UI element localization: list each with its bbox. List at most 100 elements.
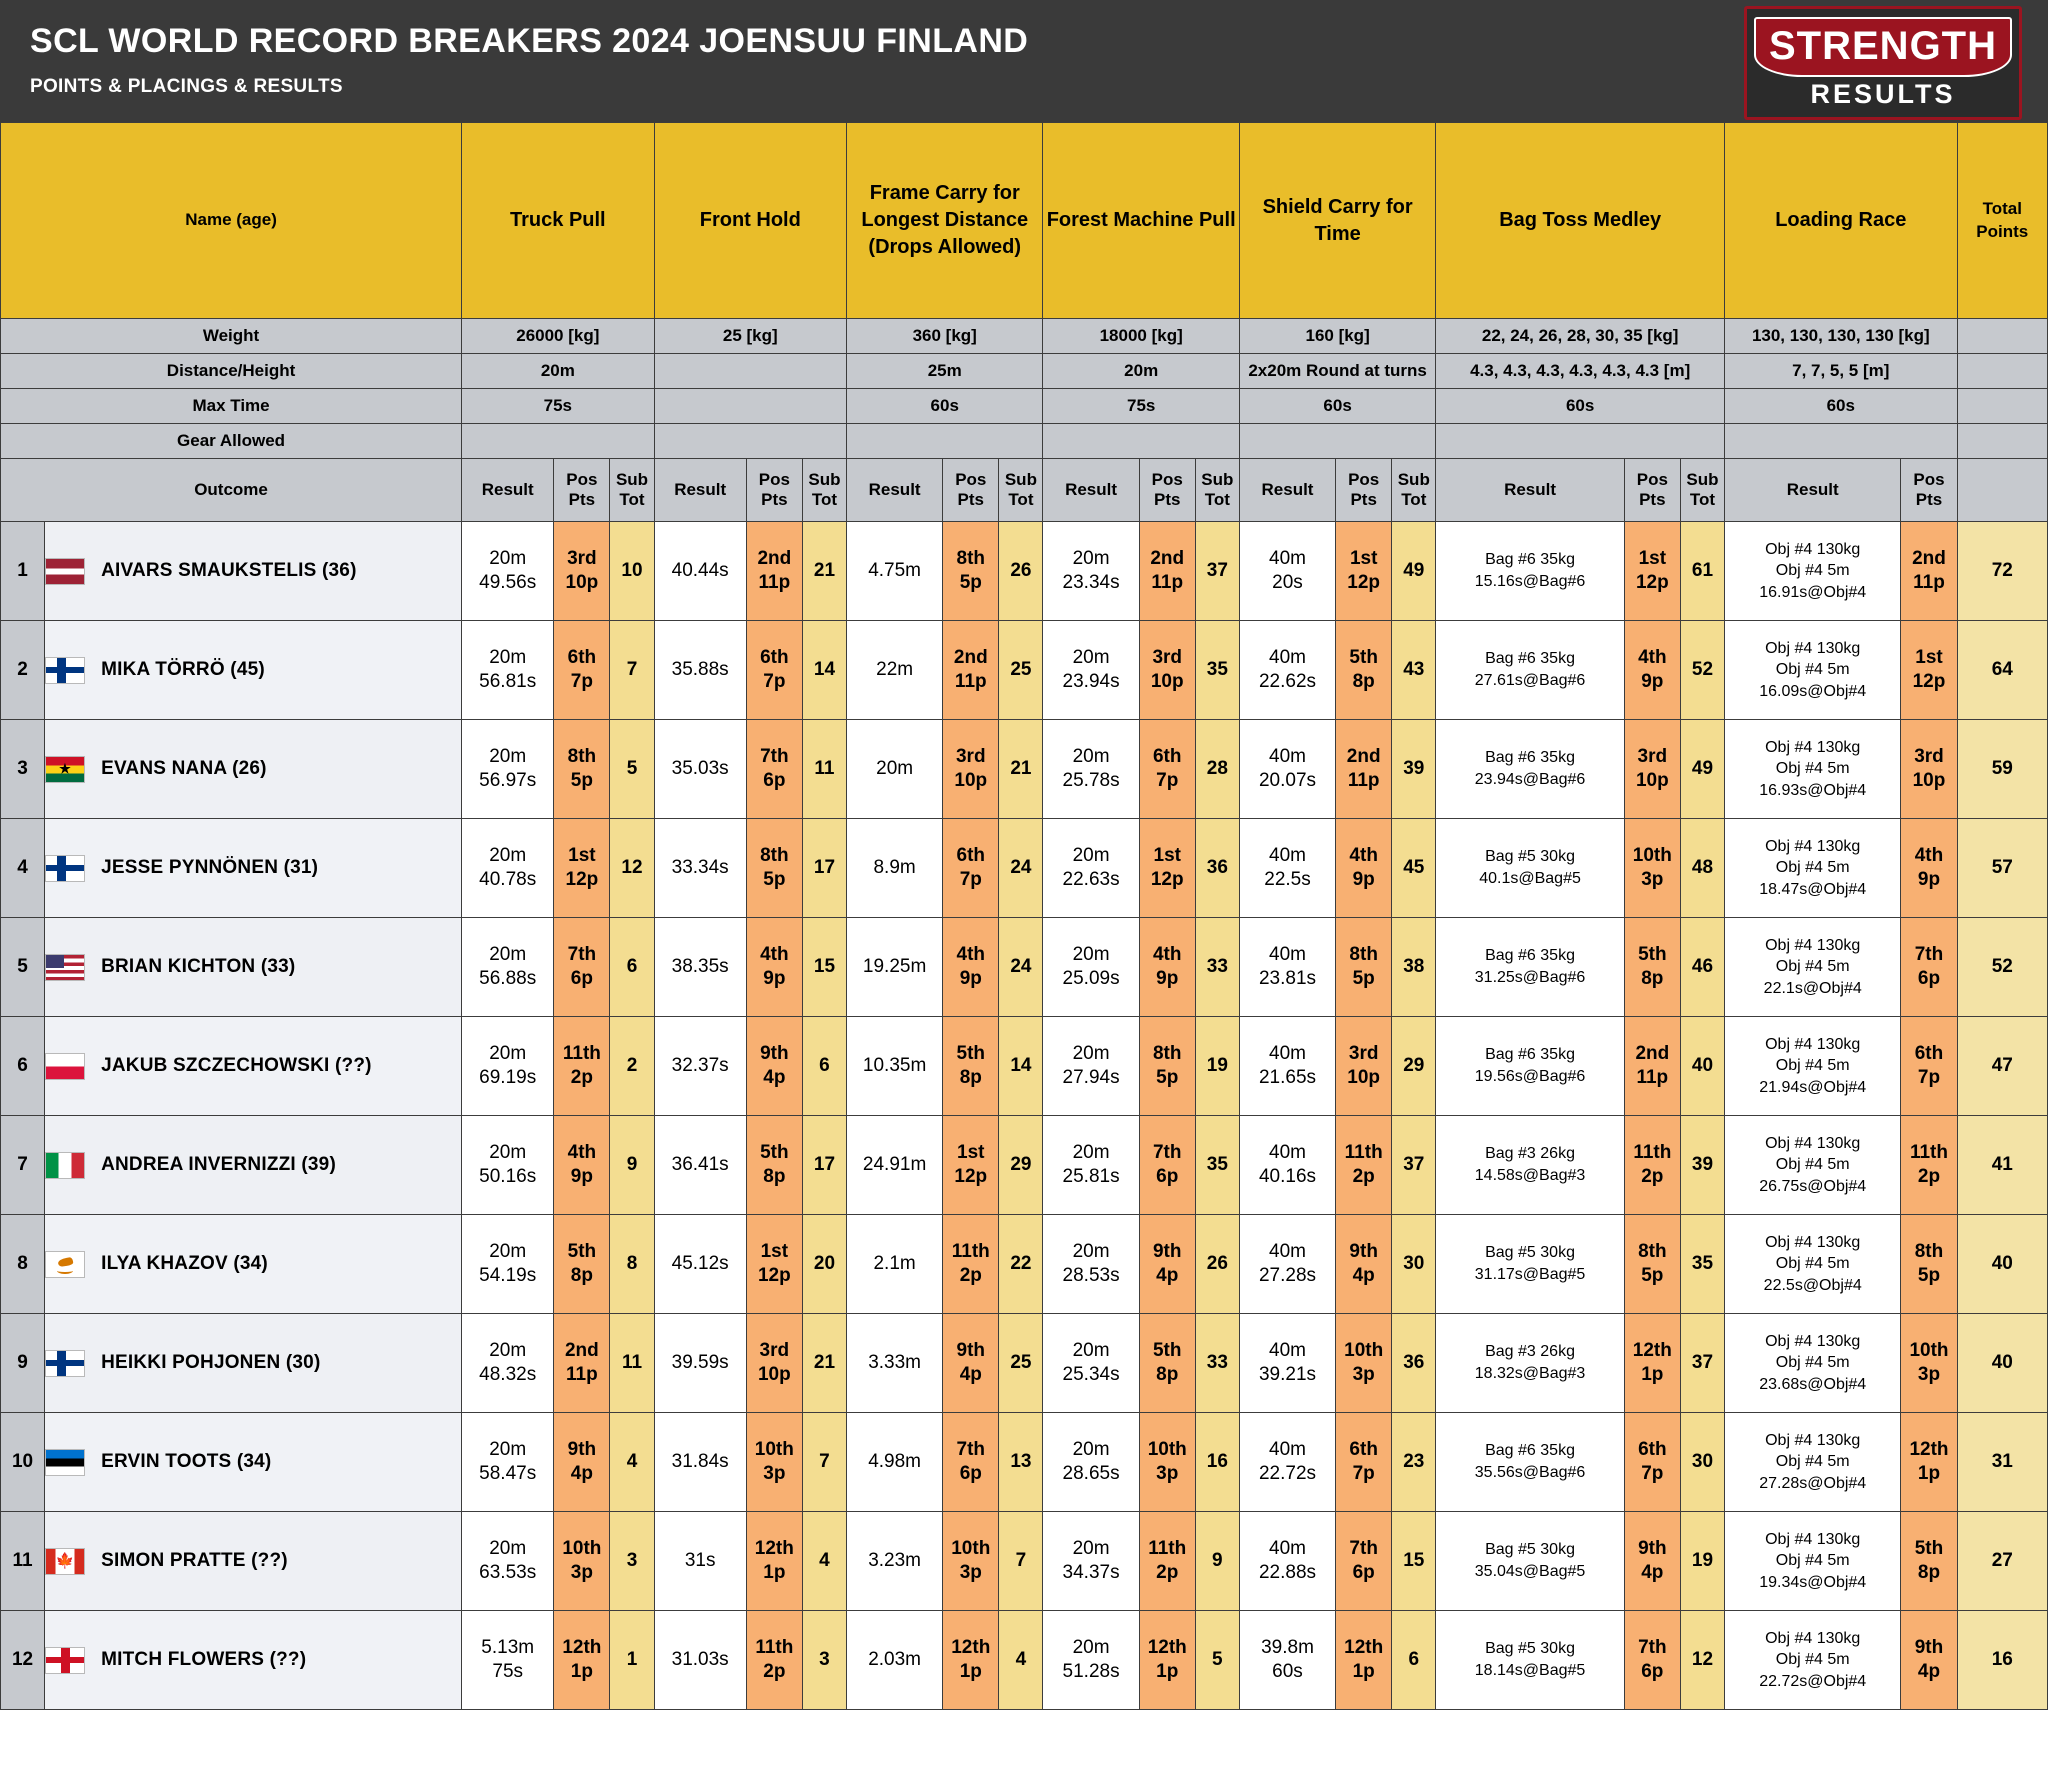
subhdr-sub-tot-1: Sub Tot bbox=[801, 458, 848, 522]
pos-pts-cell-event-3: 9th 4p bbox=[1138, 1214, 1196, 1314]
table-row[interactable]: 6 JAKUB SZCZECHOWSKI (??) 20m 69.19s 11th 2p 2… bbox=[0, 1016, 2048, 1116]
pos-pts-cell-event-4: 1st 12p bbox=[1335, 521, 1393, 621]
rank-cell: 2 bbox=[0, 620, 46, 720]
result-cell-event-3: 20m 34.37s bbox=[1042, 1511, 1140, 1611]
sub-tot-cell-event-0: 8 bbox=[609, 1214, 655, 1314]
athlete-name-cell[interactable]: MITCH FLOWERS (??) bbox=[44, 1610, 463, 1710]
sub-tot-cell-event-0: 10 bbox=[609, 521, 655, 621]
athlete-name-cell[interactable]: ILYA KHAZOV (34) bbox=[44, 1214, 463, 1314]
total-points-cell: 40 bbox=[1956, 1313, 2048, 1413]
result-cell-event-3: 20m 23.34s bbox=[1042, 521, 1140, 621]
result-cell-event-3: 20m 25.81s bbox=[1042, 1115, 1140, 1215]
flag-icon-fi bbox=[45, 1349, 86, 1377]
sub-tot-cell-event-0: 3 bbox=[609, 1511, 655, 1611]
col-header-event-5: Bag Toss Medley bbox=[1435, 122, 1725, 319]
sub-tot-cell-event-1: 21 bbox=[801, 521, 848, 621]
athlete-name-cell[interactable]: ANDREA INVERNIZZI (39) bbox=[44, 1115, 463, 1215]
table-row[interactable]: 9 HEIKKI POHJONEN (30) 20m 48.32s 2nd 11p 11 39… bbox=[0, 1313, 2048, 1413]
athlete-name-cell[interactable]: HEIKKI POHJONEN (30) bbox=[44, 1313, 463, 1413]
table-row[interactable]: 10 ERVIN TOOTS (34) 20m 58.47s 9th 4p 4 31.84s 1… bbox=[0, 1412, 2048, 1512]
sub-tot-cell-event-3: 36 bbox=[1194, 818, 1240, 918]
pos-pts-cell-event-0: 7th 6p bbox=[553, 917, 611, 1017]
pos-pts-cell-event-6: 10th 3p bbox=[1900, 1313, 1958, 1413]
table-row[interactable]: 8 ILYA KHAZOV (34) 20m 54.19s 5th 8p 8 45.12s 1s… bbox=[0, 1214, 2048, 1314]
result-cell-event-2: 2.03m bbox=[845, 1610, 944, 1710]
total-points-cell: 41 bbox=[1956, 1115, 2048, 1215]
subhdr-pos-pts-0: Pos Pts bbox=[553, 458, 611, 522]
table-row[interactable]: 5 BRIAN KICHTON (33) 20m 56.88s 7th 6p 6 38.35s… bbox=[0, 917, 2048, 1017]
result-cell-event-0: 20m 69.19s bbox=[461, 1016, 555, 1116]
meta-weight-1: 25 [kg] bbox=[653, 318, 848, 354]
result-cell-event-6: Obj #4 130kg Obj #4 5m 19.34s@Obj#4 bbox=[1723, 1511, 1902, 1611]
pos-pts-cell-event-6: 4th 9p bbox=[1900, 818, 1958, 918]
athlete-name-cell[interactable]: MIKA TÖRRÖ (45) bbox=[44, 620, 463, 720]
sub-tot-cell-event-5: 12 bbox=[1679, 1610, 1726, 1710]
meta-row-weight: Weight 26000 [kg] 25 [kg] 360 [kg] 18000 [kg… bbox=[0, 318, 2048, 354]
table-row[interactable]: 12 MITCH FLOWERS (??) 5.13m 75s 12th 1p 1 31.03… bbox=[0, 1610, 2048, 1710]
result-cell-event-2: 8.9m bbox=[845, 818, 944, 918]
athlete-name-cell[interactable]: EVANS NANA (26) bbox=[44, 719, 463, 819]
athlete-name-cell[interactable]: JAKUB SZCZECHOWSKI (??) bbox=[44, 1016, 463, 1116]
meta-maxtime-1 bbox=[653, 388, 848, 424]
pos-pts-cell-event-0: 11th 2p bbox=[553, 1016, 611, 1116]
pos-pts-cell-event-2: 12th 1p bbox=[942, 1610, 1000, 1710]
pos-pts-cell-event-2: 7th 6p bbox=[942, 1412, 1000, 1512]
pos-pts-cell-event-4: 10th 3p bbox=[1335, 1313, 1393, 1413]
subhdr-sub-tot-4: Sub Tot bbox=[1391, 458, 1437, 522]
athlete-name: EVANS NANA (26) bbox=[101, 758, 267, 780]
meta-label-outcome: Outcome bbox=[0, 458, 463, 522]
result-cell-event-6: Obj #4 130kg Obj #4 5m 27.28s@Obj#4 bbox=[1723, 1412, 1902, 1512]
pos-pts-cell-event-2: 4th 9p bbox=[942, 917, 1000, 1017]
table-row[interactable]: 1 AIVARS SMAUKSTELIS (36) 20m 49.56s 3rd 10p 1… bbox=[0, 521, 2048, 621]
pos-pts-cell-event-6: 12th 1p bbox=[1900, 1412, 1958, 1512]
flag-icon-gh bbox=[45, 755, 86, 783]
subhdr-result-3: Result bbox=[1042, 458, 1140, 522]
logo-strength-text: STRENGTH bbox=[1754, 16, 2012, 77]
sub-tot-cell-event-3: 19 bbox=[1194, 1016, 1240, 1116]
result-cell-event-1: 45.12s bbox=[653, 1214, 747, 1314]
pos-pts-cell-event-0: 4th 9p bbox=[553, 1115, 611, 1215]
table-row[interactable]: 3 EVANS NANA (26) 20m56.97s8th5p535.03s7th… bbox=[0, 719, 2048, 819]
total-points-cell: 57 bbox=[1956, 818, 2048, 918]
pos-pts-cell-event-6: 1st 12p bbox=[1900, 620, 1958, 720]
sub-tot-cell-event-0: 7 bbox=[609, 620, 655, 720]
meta-distance-5: 4.3, 4.3, 4.3, 4.3, 4.3, 4.3 [m] bbox=[1435, 353, 1725, 389]
athlete-name: JESSE PYNNÖNEN (31) bbox=[101, 857, 319, 879]
sub-tot-cell-event-5: 37 bbox=[1679, 1313, 1726, 1413]
athlete-name: AIVARS SMAUKSTELIS (36) bbox=[101, 560, 357, 582]
table-row[interactable]: 2 MIKA TÖRRÖ (45) 20m 56.81s 6th 7p 7 35.88s 6th… bbox=[0, 620, 2048, 720]
athlete-name-cell[interactable]: BRIAN KICHTON (33) bbox=[44, 917, 463, 1017]
sub-tot-cell-event-1: 14 bbox=[801, 620, 848, 720]
col-header-event-6: Loading Race bbox=[1724, 122, 1958, 319]
pos-pts-cell-event-6: 3rd 10p bbox=[1900, 719, 1958, 819]
result-cell-event-3: 20m 25.78s bbox=[1042, 719, 1140, 819]
page-header: SCL WORLD RECORD BREAKERS 2024 JOENSUU F… bbox=[0, 0, 2048, 122]
result-cell-event-5: Bag #6 35kg 31.25s@Bag#6 bbox=[1435, 917, 1625, 1017]
athlete-name-cell[interactable]: ERVIN TOOTS (34) bbox=[44, 1412, 463, 1512]
meta-gear-3 bbox=[1042, 423, 1240, 459]
result-cell-event-0: 20m 54.19s bbox=[461, 1214, 555, 1314]
athlete-name-cell[interactable]: JESSE PYNNÖNEN (31) bbox=[44, 818, 463, 918]
pos-pts-cell-event-6: 7th 6p bbox=[1900, 917, 1958, 1017]
result-cell-event-6: Obj #4 130kg Obj #4 5m 16.93s@Obj#4 bbox=[1723, 719, 1902, 819]
meta-maxtime-2: 60s bbox=[845, 388, 1044, 424]
flag-icon-ca bbox=[45, 1547, 86, 1575]
table-row[interactable]: 11SIMON PRATTE (??)20m63.53s10th3p331s12… bbox=[0, 1511, 2048, 1611]
result-cell-event-5: Bag #5 30kg 40.1s@Bag#5 bbox=[1435, 818, 1625, 918]
meta-distance-0: 20m bbox=[461, 353, 655, 389]
sub-tot-cell-event-2: 25 bbox=[998, 1313, 1044, 1413]
result-cell-event-0: 20m 50.16s bbox=[461, 1115, 555, 1215]
result-cell-event-4: 40m 22.72s bbox=[1238, 1412, 1337, 1512]
sub-tot-cell-event-2: 22 bbox=[998, 1214, 1044, 1314]
result-cell-event-0: 20m 56.88s bbox=[461, 917, 555, 1017]
athlete-name-cell[interactable]: SIMON PRATTE (??) bbox=[44, 1511, 463, 1611]
table-row[interactable]: 7 ANDREA INVERNIZZI (39) 20m 50.16s 4th 9p 9 36… bbox=[0, 1115, 2048, 1215]
athlete-name-cell[interactable]: AIVARS SMAUKSTELIS (36) bbox=[44, 521, 463, 621]
pos-pts-cell-event-5: 6th 7p bbox=[1623, 1412, 1681, 1512]
sub-tot-cell-event-4: 45 bbox=[1391, 818, 1437, 918]
subhdr-result-2: Result bbox=[845, 458, 944, 522]
sub-tot-cell-event-4: 29 bbox=[1391, 1016, 1437, 1116]
sub-tot-cell-event-1: 6 bbox=[801, 1016, 848, 1116]
sub-tot-cell-event-1: 17 bbox=[801, 818, 848, 918]
table-row[interactable]: 4 JESSE PYNNÖNEN (31) 20m 40.78s 1st 12p 12 33.… bbox=[0, 818, 2048, 918]
